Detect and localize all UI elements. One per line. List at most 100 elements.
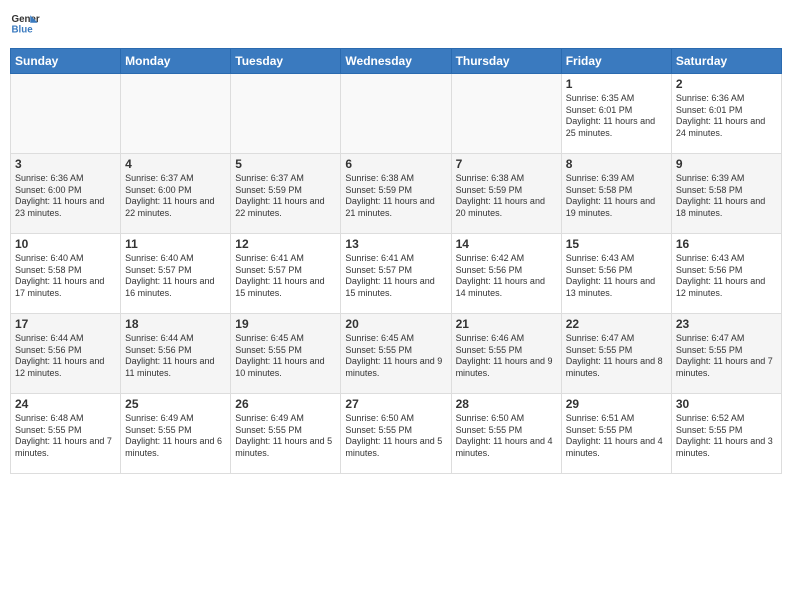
day-info: Sunrise: 6:40 AM bbox=[15, 253, 116, 265]
day-number: 1 bbox=[566, 77, 667, 91]
day-number: 19 bbox=[235, 317, 336, 331]
day-number: 30 bbox=[676, 397, 777, 411]
day-info: Sunrise: 6:36 AM bbox=[15, 173, 116, 185]
calendar-cell bbox=[341, 74, 451, 154]
calendar-cell: 4Sunrise: 6:37 AMSunset: 6:00 PMDaylight… bbox=[121, 154, 231, 234]
day-info: Sunrise: 6:39 AM bbox=[566, 173, 667, 185]
day-number: 17 bbox=[15, 317, 116, 331]
calendar-cell: 26Sunrise: 6:49 AMSunset: 5:55 PMDayligh… bbox=[231, 394, 341, 474]
calendar-cell: 8Sunrise: 6:39 AMSunset: 5:58 PMDaylight… bbox=[561, 154, 671, 234]
day-number: 14 bbox=[456, 237, 557, 251]
day-info: Sunrise: 6:39 AM bbox=[676, 173, 777, 185]
calendar-cell: 23Sunrise: 6:47 AMSunset: 5:55 PMDayligh… bbox=[671, 314, 781, 394]
calendar-cell: 30Sunrise: 6:52 AMSunset: 5:55 PMDayligh… bbox=[671, 394, 781, 474]
day-info: Sunset: 5:57 PM bbox=[235, 265, 336, 277]
day-info: Sunset: 5:55 PM bbox=[676, 425, 777, 437]
calendar-week-2: 3Sunrise: 6:36 AMSunset: 6:00 PMDaylight… bbox=[11, 154, 782, 234]
calendar-body: 1 Sunrise: 6:35 AM Sunset: 6:01 PM Daylight… bbox=[11, 74, 782, 474]
day-info: Sunrise: 6:41 AM bbox=[345, 253, 446, 265]
day-info: Sunrise: 6:44 AM bbox=[15, 333, 116, 345]
calendar-cell: 9Sunrise: 6:39 AMSunset: 5:58 PMDaylight… bbox=[671, 154, 781, 234]
day-info: Sunset: 5:59 PM bbox=[345, 185, 446, 197]
day-number: 20 bbox=[345, 317, 446, 331]
day-info: Daylight: 11 hours and 6 minutes. bbox=[125, 436, 226, 459]
calendar-week-4: 17Sunrise: 6:44 AMSunset: 5:56 PMDayligh… bbox=[11, 314, 782, 394]
day-info: Daylight: 11 hours and 21 minutes. bbox=[345, 196, 446, 219]
day-number: 5 bbox=[235, 157, 336, 171]
day-number: 23 bbox=[676, 317, 777, 331]
day-info: Sunset: 5:55 PM bbox=[676, 345, 777, 357]
calendar-cell bbox=[231, 74, 341, 154]
day-info: Sunset: 5:59 PM bbox=[456, 185, 557, 197]
day-info: Sunset: 6:01 PM bbox=[676, 105, 777, 117]
day-info: Sunrise: 6:46 AM bbox=[456, 333, 557, 345]
day-info: Sunset: 5:55 PM bbox=[456, 345, 557, 357]
calendar-cell: 21Sunrise: 6:46 AMSunset: 5:55 PMDayligh… bbox=[451, 314, 561, 394]
day-number: 18 bbox=[125, 317, 226, 331]
day-info: Daylight: 11 hours and 10 minutes. bbox=[235, 356, 336, 379]
day-number: 2 bbox=[676, 77, 777, 91]
day-number: 27 bbox=[345, 397, 446, 411]
day-info: Daylight: 11 hours and 19 minutes. bbox=[566, 196, 667, 219]
day-info: Daylight: 11 hours and 9 minutes. bbox=[345, 356, 446, 379]
calendar-cell: 27Sunrise: 6:50 AMSunset: 5:55 PMDayligh… bbox=[341, 394, 451, 474]
calendar-cell: 17Sunrise: 6:44 AMSunset: 5:56 PMDayligh… bbox=[11, 314, 121, 394]
day-info: Sunrise: 6:50 AM bbox=[456, 413, 557, 425]
day-info: Sunset: 5:57 PM bbox=[125, 265, 226, 277]
day-info: Daylight: 11 hours and 17 minutes. bbox=[15, 276, 116, 299]
calendar-week-1: 1Sunrise: 6:35 AMSunset: 6:01 PMDaylight… bbox=[11, 74, 782, 154]
day-info: Daylight: 11 hours and 4 minutes. bbox=[456, 436, 557, 459]
day-info: Sunrise: 6:35 AM bbox=[566, 93, 667, 105]
header-row: SundayMondayTuesdayWednesdayThursdayFrid… bbox=[11, 49, 782, 74]
day-info: Sunset: 5:56 PM bbox=[676, 265, 777, 277]
calendar-cell: 2Sunrise: 6:36 AMSunset: 6:01 PMDaylight… bbox=[671, 74, 781, 154]
calendar-cell: 29Sunrise: 6:51 AMSunset: 5:55 PMDayligh… bbox=[561, 394, 671, 474]
day-info: Sunset: 5:56 PM bbox=[456, 265, 557, 277]
calendar-cell bbox=[121, 74, 231, 154]
calendar-header: SundayMondayTuesdayWednesdayThursdayFrid… bbox=[11, 49, 782, 74]
day-info: Daylight: 11 hours and 22 minutes. bbox=[235, 196, 336, 219]
day-info: Daylight: 11 hours and 11 minutes. bbox=[125, 356, 226, 379]
day-info: Daylight: 11 hours and 4 minutes. bbox=[566, 436, 667, 459]
day-info: Sunset: 5:57 PM bbox=[345, 265, 446, 277]
day-info: Daylight: 11 hours and 7 minutes. bbox=[676, 356, 777, 379]
day-number: 29 bbox=[566, 397, 667, 411]
calendar-cell bbox=[451, 74, 561, 154]
day-number: 21 bbox=[456, 317, 557, 331]
day-header-thursday: Thursday bbox=[451, 49, 561, 74]
calendar-cell: 6Sunrise: 6:38 AMSunset: 5:59 PMDaylight… bbox=[341, 154, 451, 234]
day-info: Sunset: 5:55 PM bbox=[456, 425, 557, 437]
svg-text:Blue: Blue bbox=[12, 25, 34, 36]
day-info: Sunset: 5:55 PM bbox=[125, 425, 226, 437]
day-info: Daylight: 11 hours and 8 minutes. bbox=[566, 356, 667, 379]
header: General Blue bbox=[10, 10, 782, 40]
day-info: Sunset: 5:55 PM bbox=[15, 425, 116, 437]
calendar-cell: 22Sunrise: 6:47 AMSunset: 5:55 PMDayligh… bbox=[561, 314, 671, 394]
day-info: Sunset: 5:55 PM bbox=[566, 425, 667, 437]
calendar-cell: 13Sunrise: 6:41 AMSunset: 5:57 PMDayligh… bbox=[341, 234, 451, 314]
day-info: Sunrise: 6:37 AM bbox=[125, 173, 226, 185]
day-info: Sunset: 5:55 PM bbox=[345, 425, 446, 437]
day-info: Daylight: 11 hours and 12 minutes. bbox=[15, 356, 116, 379]
day-number: 24 bbox=[15, 397, 116, 411]
day-info: Sunset: 5:58 PM bbox=[15, 265, 116, 277]
day-info: Sunrise: 6:43 AM bbox=[566, 253, 667, 265]
calendar-cell: 7Sunrise: 6:38 AMSunset: 5:59 PMDaylight… bbox=[451, 154, 561, 234]
day-info: Daylight: 11 hours and 23 minutes. bbox=[15, 196, 116, 219]
day-info: Sunrise: 6:38 AM bbox=[345, 173, 446, 185]
day-number: 15 bbox=[566, 237, 667, 251]
day-info: Daylight: 11 hours and 20 minutes. bbox=[456, 196, 557, 219]
day-info: Sunset: 5:58 PM bbox=[676, 185, 777, 197]
logo: General Blue bbox=[10, 10, 44, 40]
day-info: Daylight: 11 hours and 22 minutes. bbox=[125, 196, 226, 219]
day-info: Daylight: 11 hours and 14 minutes. bbox=[456, 276, 557, 299]
day-info: Daylight: 11 hours and 12 minutes. bbox=[676, 276, 777, 299]
day-number: 7 bbox=[456, 157, 557, 171]
calendar-week-3: 10Sunrise: 6:40 AMSunset: 5:58 PMDayligh… bbox=[11, 234, 782, 314]
svg-text:General: General bbox=[12, 14, 41, 25]
day-header-sunday: Sunday bbox=[11, 49, 121, 74]
day-info: Daylight: 11 hours and 5 minutes. bbox=[235, 436, 336, 459]
day-number: 22 bbox=[566, 317, 667, 331]
day-info: Daylight: 11 hours and 3 minutes. bbox=[676, 436, 777, 459]
day-info: Sunrise: 6:49 AM bbox=[235, 413, 336, 425]
